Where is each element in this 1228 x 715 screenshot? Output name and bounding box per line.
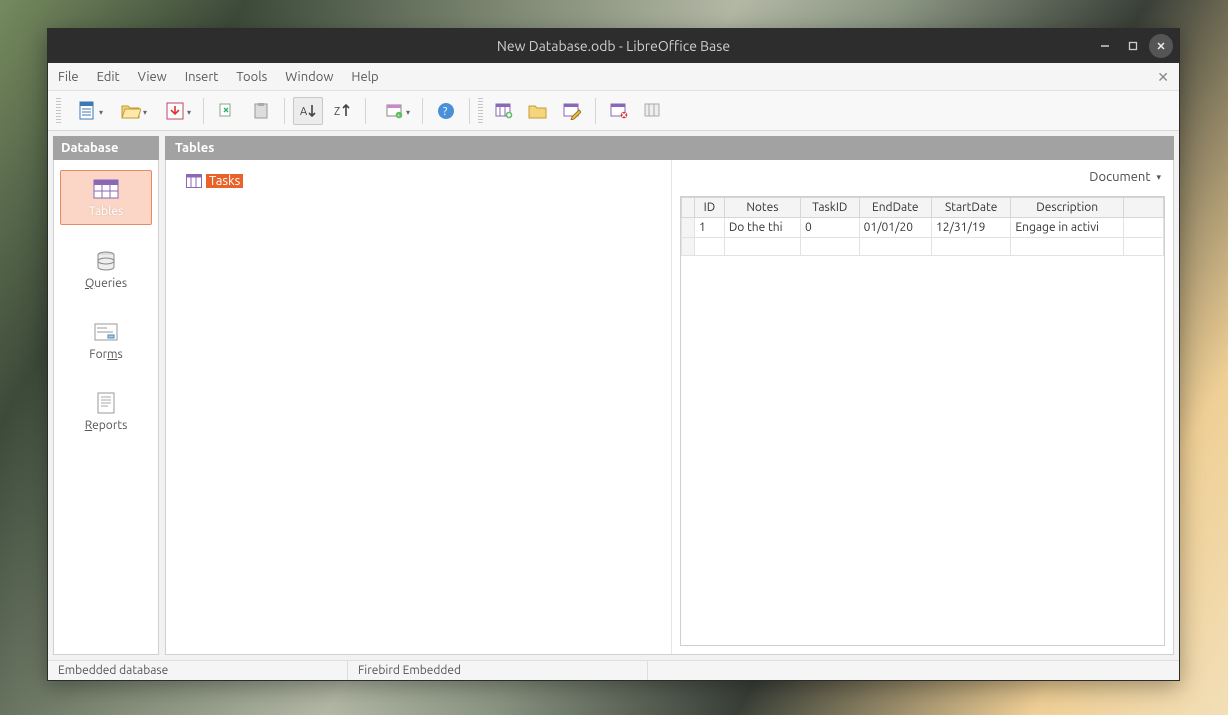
- app-window: New Database.odb - LibreOffice Base File…: [47, 28, 1180, 681]
- main-pane: Tables Tasks Document: [165, 136, 1174, 655]
- window-close-button[interactable]: [1149, 34, 1173, 58]
- sidebar-item-label: Tables: [89, 205, 123, 218]
- table-icon: [91, 177, 121, 201]
- preview-table: ID Notes TaskID EndDate StartDate Descri…: [681, 197, 1164, 256]
- paste-button[interactable]: [246, 97, 276, 125]
- copy-button[interactable]: [212, 97, 242, 125]
- menu-window[interactable]: Window: [285, 70, 333, 84]
- sort-ascending-button[interactable]: A: [293, 97, 323, 125]
- database-sidebar: Database Tables Queries: [53, 136, 159, 655]
- document-close-icon[interactable]: ✕: [1157, 69, 1169, 86]
- cell-startdate[interactable]: 12/31/19: [931, 218, 1010, 238]
- column-header[interactable]: Description: [1011, 198, 1124, 218]
- cell-taskid[interactable]: 0: [801, 218, 860, 238]
- sidebar-item-label: Forms: [89, 348, 122, 361]
- sidebar-item-queries[interactable]: Queries: [60, 243, 152, 296]
- sort-descending-button[interactable]: Z: [327, 97, 357, 125]
- window-maximize-button[interactable]: [1121, 34, 1145, 58]
- svg-text:A: A: [300, 106, 308, 118]
- save-document-button[interactable]: [155, 97, 195, 125]
- menu-insert[interactable]: Insert: [185, 70, 219, 84]
- table-item-label: Tasks: [206, 174, 243, 188]
- menu-view[interactable]: View: [138, 70, 167, 84]
- status-embedded-db: Embedded database: [48, 661, 348, 680]
- edit-table-button[interactable]: [557, 97, 587, 125]
- status-bar: Embedded database Firebird Embedded: [48, 660, 1179, 680]
- sidebar-item-forms[interactable]: Forms: [60, 314, 152, 367]
- sidebar-header: Database: [53, 136, 159, 160]
- column-header[interactable]: Notes: [724, 198, 800, 218]
- table-row-empty[interactable]: [682, 238, 1164, 256]
- menu-bar: File Edit View Insert Tools Window Help …: [48, 63, 1179, 91]
- svg-text:?: ?: [443, 106, 447, 118]
- column-header[interactable]: ID: [695, 198, 725, 218]
- menu-file[interactable]: File: [58, 70, 79, 84]
- workspace: Database Tables Queries: [48, 131, 1179, 660]
- delete-table-button[interactable]: [604, 97, 634, 125]
- form-icon: [91, 320, 121, 344]
- help-button[interactable]: ?: [431, 97, 461, 125]
- menu-edit[interactable]: Edit: [97, 70, 120, 84]
- new-form-button[interactable]: +: [374, 97, 414, 125]
- menu-tools[interactable]: Tools: [236, 70, 267, 84]
- sidebar-item-label: Queries: [85, 277, 127, 290]
- toolbar-grip-icon: [478, 98, 483, 124]
- database-icon: [91, 249, 121, 273]
- open-document-button[interactable]: [111, 97, 151, 125]
- preview-mode-dropdown[interactable]: Document: [1085, 168, 1165, 186]
- svg-text:Z: Z: [334, 106, 340, 118]
- preview-mode-label: Document: [1089, 170, 1150, 184]
- table-icon: [186, 174, 202, 188]
- report-icon: [91, 391, 121, 415]
- rename-table-button[interactable]: [638, 97, 668, 125]
- table-row[interactable]: 1 Do the thi 0 01/01/20 12/31/19 Engage …: [682, 218, 1164, 238]
- new-document-button[interactable]: [67, 97, 107, 125]
- sidebar-item-label: Reports: [85, 419, 128, 432]
- table-item-tasks[interactable]: Tasks: [186, 174, 243, 188]
- open-table-button[interactable]: [523, 97, 553, 125]
- column-header[interactable]: StartDate: [931, 198, 1010, 218]
- menu-help[interactable]: Help: [351, 70, 378, 84]
- cell-notes[interactable]: Do the thi: [724, 218, 800, 238]
- cell-enddate[interactable]: 01/01/20: [859, 218, 931, 238]
- column-header[interactable]: EndDate: [859, 198, 931, 218]
- tables-list: Tasks: [166, 160, 671, 654]
- sidebar-item-tables[interactable]: Tables: [60, 170, 152, 225]
- table-header-row: ID Notes TaskID EndDate StartDate Descri…: [682, 198, 1164, 218]
- main-content: Tasks Document ID Notes: [165, 160, 1174, 655]
- cell-description[interactable]: Engage in activi: [1011, 218, 1124, 238]
- window-minimize-button[interactable]: [1093, 34, 1117, 58]
- window-title: New Database.odb - LibreOffice Base: [497, 38, 730, 54]
- toolbar: A Z + ?: [48, 91, 1179, 131]
- status-db-engine: Firebird Embedded: [348, 661, 648, 680]
- sidebar-item-reports[interactable]: Reports: [60, 385, 152, 438]
- column-header[interactable]: TaskID: [801, 198, 860, 218]
- preview-grid[interactable]: ID Notes TaskID EndDate StartDate Descri…: [680, 196, 1165, 646]
- toolbar-grip-icon: [56, 98, 61, 124]
- title-bar: New Database.odb - LibreOffice Base: [48, 29, 1179, 63]
- cell-id[interactable]: 1: [695, 218, 725, 238]
- preview-panel: Document ID Notes TaskID EndDate: [671, 160, 1173, 654]
- main-header: Tables: [165, 136, 1174, 160]
- new-table-button[interactable]: [489, 97, 519, 125]
